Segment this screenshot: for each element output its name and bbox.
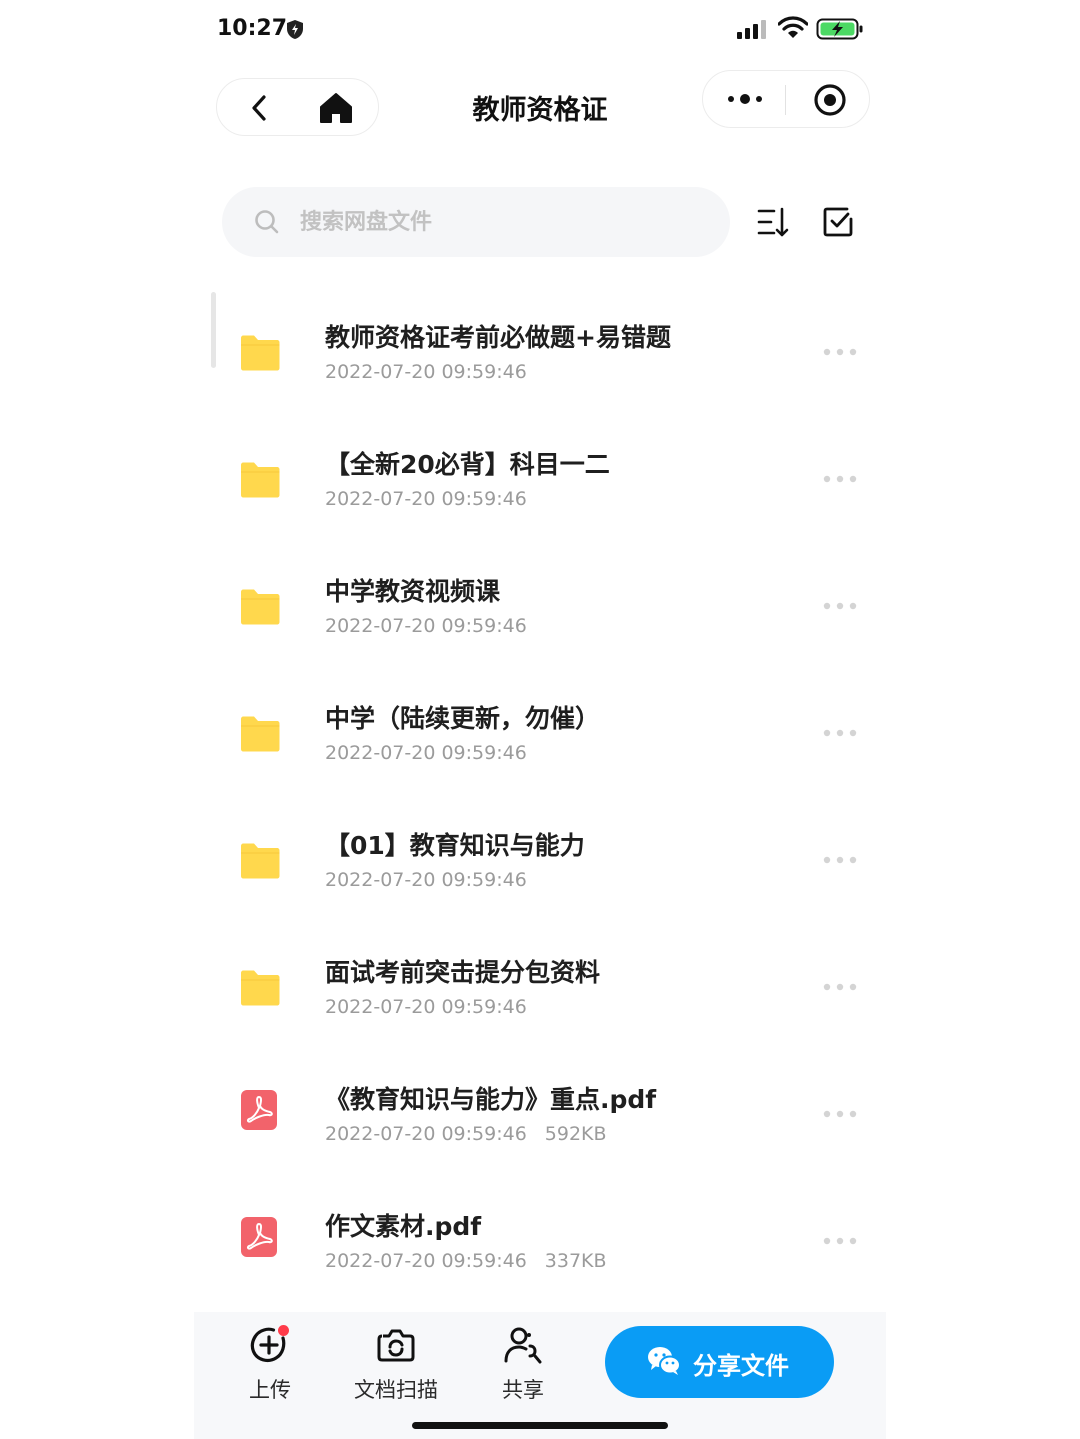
file-meta: 2022-07-20 09:59:46	[325, 361, 545, 383]
file-date: 2022-07-20 09:59:46	[325, 742, 527, 764]
scan-label: 文档扫描	[354, 1378, 438, 1402]
folder-icon	[241, 970, 280, 1006]
notification-dot	[278, 1325, 289, 1336]
file-date: 2022-07-20 09:59:46	[325, 615, 527, 637]
file-row[interactable]: 教师资格证考前必做题+易错题 2022-07-20 09:59:46	[194, 290, 886, 417]
share-file-label: 分享文件	[693, 1352, 789, 1380]
battery-charging-icon	[816, 18, 863, 40]
bottom-toolbar: 上传 文档扫描 共享 分享文件	[194, 1312, 886, 1439]
search-input[interactable]	[300, 187, 700, 257]
back-icon[interactable]	[245, 93, 275, 123]
file-date: 2022-07-20 09:59:46	[325, 361, 527, 383]
file-date: 2022-07-20 09:59:46	[325, 488, 527, 510]
file-row[interactable]: 【01】教育知识与能力 2022-07-20 09:59:46	[194, 798, 886, 925]
more-options-icon[interactable]	[822, 600, 858, 612]
shared-label: 共享	[502, 1378, 544, 1402]
folder-icon	[241, 716, 280, 752]
sort-icon[interactable]	[756, 205, 790, 239]
folder-icon	[241, 843, 280, 879]
more-options-icon[interactable]	[822, 981, 858, 993]
file-date: 2022-07-20 09:59:46	[325, 1250, 527, 1272]
file-name: 【全新20必背】科目一二	[325, 450, 610, 479]
file-meta: 2022-07-20 09:59:46 337KB	[325, 1250, 607, 1272]
file-row[interactable]: 《教育知识与能力》重点.pdf 2022-07-20 09:59:46 592KB	[194, 1052, 886, 1179]
close-target-icon[interactable]	[813, 83, 847, 117]
more-options-icon[interactable]	[822, 1235, 858, 1247]
nav-capsule-left	[216, 78, 379, 136]
share-file-button[interactable]: 分享文件	[605, 1326, 834, 1398]
file-meta: 2022-07-20 09:59:46	[325, 869, 545, 891]
wifi-icon	[778, 16, 808, 38]
file-row[interactable]: 【全新20必背】科目一二 2022-07-20 09:59:46	[194, 417, 886, 544]
shared-button[interactable]: 共享	[473, 1324, 573, 1404]
phone-screen: 10:27 教师资格证 搜索网盘文件 教师资格证考前必做题+易错题 2022-0…	[194, 0, 886, 1439]
pdf-icon	[241, 1090, 277, 1130]
home-icon[interactable]	[319, 92, 353, 124]
file-meta: 2022-07-20 09:59:46	[325, 742, 545, 764]
file-size: 337KB	[544, 1250, 607, 1272]
more-options-icon[interactable]	[822, 473, 858, 485]
file-date: 2022-07-20 09:59:46	[325, 869, 527, 891]
capsule-divider	[785, 85, 786, 115]
file-size: 592KB	[544, 1123, 607, 1145]
file-meta: 2022-07-20 09:59:46 592KB	[325, 1123, 607, 1145]
folder-icon	[241, 462, 280, 498]
upload-button[interactable]: 上传	[220, 1324, 320, 1404]
more-options-icon[interactable]	[822, 854, 858, 866]
more-options-icon[interactable]	[822, 1108, 858, 1120]
page-title: 教师资格证	[472, 95, 608, 126]
status-time: 10:27	[217, 16, 288, 41]
home-indicator[interactable]	[412, 1422, 668, 1429]
file-name: 作文素材.pdf	[325, 1212, 482, 1241]
search-box[interactable]	[222, 187, 730, 257]
file-row[interactable]: 面试考前突击提分包资料 2022-07-20 09:59:46	[194, 925, 886, 1052]
file-meta: 2022-07-20 09:59:46	[325, 488, 545, 510]
users-share-icon	[504, 1327, 542, 1364]
more-options-icon[interactable]	[822, 727, 858, 739]
shield-icon	[287, 20, 303, 39]
file-date: 2022-07-20 09:59:46	[325, 1123, 527, 1145]
file-name: 中学教资视频课	[325, 577, 501, 606]
file-name: 教师资格证考前必做题+易错题	[325, 323, 671, 352]
folder-icon	[241, 335, 280, 371]
more-dots-icon[interactable]	[725, 89, 765, 109]
multi-select-icon[interactable]	[821, 205, 855, 239]
file-meta: 2022-07-20 09:59:46	[325, 996, 545, 1018]
file-name: 中学（陆续更新，勿催）	[325, 704, 601, 733]
more-options-icon[interactable]	[822, 346, 858, 358]
nav-capsule-right	[702, 70, 870, 128]
signal-icon	[737, 20, 766, 39]
camera-scan-icon	[377, 1329, 415, 1362]
status-bar: 10:27	[194, 0, 886, 60]
file-name: 《教育知识与能力》重点.pdf	[325, 1085, 657, 1114]
scan-document-button[interactable]: 文档扫描	[346, 1324, 446, 1404]
file-name: 面试考前突击提分包资料	[325, 958, 601, 987]
file-meta: 2022-07-20 09:59:46	[325, 615, 545, 637]
pdf-icon	[241, 1217, 277, 1257]
search-icon	[255, 210, 279, 234]
file-row[interactable]: 中学（陆续更新，勿催） 2022-07-20 09:59:46	[194, 671, 886, 798]
file-row[interactable]: 作文素材.pdf 2022-07-20 09:59:46 337KB	[194, 1179, 886, 1306]
folder-icon	[241, 589, 280, 625]
file-row[interactable]: 中学教资视频课 2022-07-20 09:59:46	[194, 544, 886, 671]
upload-label: 上传	[249, 1378, 291, 1402]
file-name: 【01】教育知识与能力	[325, 831, 585, 860]
file-date: 2022-07-20 09:59:46	[325, 996, 527, 1018]
wechat-icon	[648, 1347, 681, 1375]
